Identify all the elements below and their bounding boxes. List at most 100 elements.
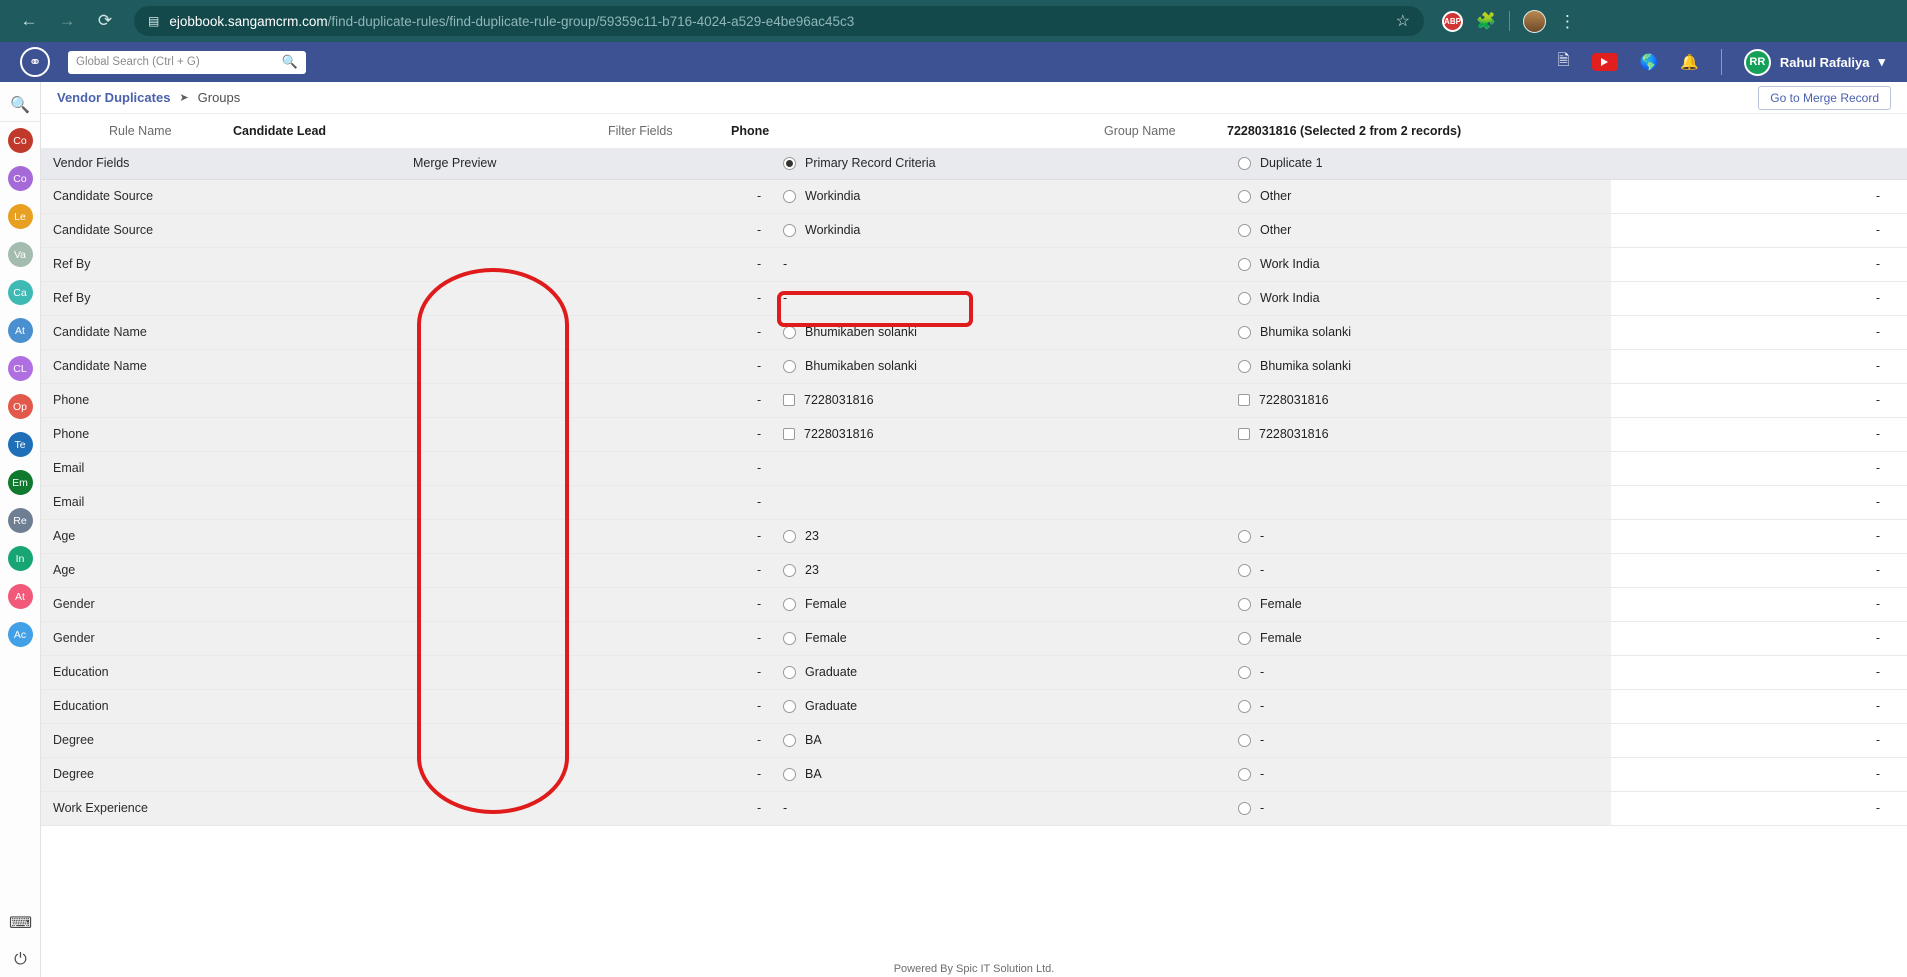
duplicate-cell[interactable]: Other — [1226, 179, 1611, 213]
go-to-merge-record-button[interactable]: Go to Merge Record — [1758, 85, 1891, 110]
profile-avatar-icon[interactable] — [1522, 9, 1546, 33]
sangam-logo-icon[interactable]: ⚭ — [20, 47, 50, 77]
globe-help-icon[interactable]: 🌎 — [1640, 53, 1659, 71]
adblock-plus-icon[interactable]: ABP — [1442, 10, 1463, 32]
duplicate-radio[interactable] — [1238, 767, 1251, 781]
duplicate-cell[interactable]: - — [1226, 757, 1611, 791]
duplicate-cell[interactable]: - — [1226, 791, 1611, 825]
duplicate-radio[interactable] — [1238, 359, 1251, 373]
duplicate-cell[interactable]: Work India — [1226, 247, 1611, 281]
breadcrumb-parent-link[interactable]: Vendor Duplicates — [57, 90, 170, 105]
primary-radio[interactable] — [783, 597, 796, 611]
duplicate-radio[interactable] — [1238, 291, 1251, 305]
primary-radio[interactable] — [783, 359, 796, 373]
primary-radio[interactable] — [783, 767, 796, 781]
global-search[interactable]: 🔍 — [68, 50, 306, 74]
sidebar-item-0[interactable]: Co — [7, 128, 33, 153]
primary-cell[interactable]: Workindia — [771, 213, 1226, 247]
primary-cell[interactable]: 23 — [771, 519, 1226, 553]
address-bar[interactable]: ▤ ejobbook.sangamcrm.com/find-duplicate-… — [134, 6, 1424, 36]
primary-checkbox[interactable] — [783, 394, 795, 406]
sidebar-item-13[interactable]: Ac — [7, 622, 33, 647]
duplicate-radio[interactable] — [1238, 189, 1251, 203]
primary-cell[interactable]: 7228031816 — [771, 417, 1226, 451]
primary-cell[interactable]: Workindia — [771, 179, 1226, 213]
reload-icon[interactable]: ⟳ — [90, 6, 120, 36]
primary-cell[interactable]: 23 — [771, 553, 1226, 587]
duplicate-radio[interactable] — [1238, 631, 1251, 645]
duplicate-cell[interactable]: Work India — [1226, 281, 1611, 315]
primary-checkbox[interactable] — [783, 428, 795, 440]
duplicate-cell[interactable]: 7228031816 — [1226, 383, 1611, 417]
primary-radio[interactable] — [783, 631, 796, 645]
sidebar-search-icon[interactable]: 🔍 — [0, 88, 41, 122]
duplicate-cell[interactable]: Female — [1226, 621, 1611, 655]
primary-record-radio[interactable] — [783, 156, 796, 170]
duplicate-cell[interactable]: - — [1226, 553, 1611, 587]
duplicate-1-radio[interactable] — [1238, 156, 1251, 170]
duplicate-cell[interactable]: - — [1226, 689, 1611, 723]
primary-radio[interactable] — [783, 699, 796, 713]
sidebar-item-1[interactable]: Co — [7, 166, 33, 191]
duplicate-cell[interactable]: Other — [1226, 213, 1611, 247]
duplicate-radio[interactable] — [1238, 733, 1251, 747]
duplicate-radio[interactable] — [1238, 325, 1251, 339]
sidebar-item-10[interactable]: Re — [7, 508, 33, 533]
sidebar-item-3[interactable]: Va — [7, 242, 33, 267]
youtube-icon[interactable] — [1591, 53, 1618, 71]
duplicate-checkbox[interactable] — [1238, 428, 1250, 440]
back-arrow-icon[interactable]: ← — [14, 6, 44, 36]
primary-radio[interactable] — [783, 325, 796, 339]
duplicate-cell[interactable]: Bhumika solanki — [1226, 349, 1611, 383]
search-icon[interactable]: 🔍 — [282, 54, 298, 70]
primary-cell[interactable]: Graduate — [771, 689, 1226, 723]
duplicate-radio[interactable] — [1238, 223, 1251, 237]
primary-cell[interactable]: Female — [771, 621, 1226, 655]
primary-radio[interactable] — [783, 223, 796, 237]
primary-radio[interactable] — [783, 189, 796, 203]
sidebar-item-4[interactable]: Ca — [7, 280, 33, 305]
primary-radio[interactable] — [783, 529, 796, 543]
duplicate-radio[interactable] — [1238, 597, 1251, 611]
duplicate-checkbox[interactable] — [1238, 394, 1250, 406]
primary-cell[interactable]: 7228031816 — [771, 383, 1226, 417]
site-settings-icon[interactable]: ▤ — [148, 14, 159, 28]
sidebar-item-9[interactable]: Em — [7, 470, 33, 495]
primary-cell[interactable]: Graduate — [771, 655, 1226, 689]
star-icon[interactable]: ☆ — [1396, 11, 1410, 31]
duplicate-radio[interactable] — [1238, 801, 1251, 815]
header-primary-record[interactable]: Primary Record Criteria — [771, 148, 1226, 180]
primary-radio[interactable] — [783, 563, 796, 577]
duplicate-cell[interactable]: Bhumika solanki — [1226, 315, 1611, 349]
duplicate-radio[interactable] — [1238, 699, 1251, 713]
sidebar-item-8[interactable]: Te — [7, 432, 33, 457]
primary-radio[interactable] — [783, 665, 796, 679]
duplicate-cell[interactable]: - — [1226, 519, 1611, 553]
duplicate-radio[interactable] — [1238, 665, 1251, 679]
sidebar-item-6[interactable]: CL — [7, 356, 33, 381]
primary-radio[interactable] — [783, 733, 796, 747]
kebab-menu-icon[interactable]: ⋮ — [1559, 13, 1576, 30]
chevron-down-icon[interactable]: ▾ — [1878, 54, 1885, 70]
primary-cell[interactable]: BA — [771, 723, 1226, 757]
sidebar-item-2[interactable]: Le — [7, 204, 33, 229]
user-menu[interactable]: RR Rahul Rafaliya ▾ — [1743, 48, 1893, 76]
document-search-icon[interactable]: 🗎 — [1557, 50, 1569, 75]
notification-bell-icon[interactable]: 🔔 — [1680, 53, 1699, 71]
sidebar-item-5[interactable]: At — [7, 318, 33, 343]
keyboard-icon[interactable]: ⌨ — [9, 913, 32, 933]
header-duplicate-1[interactable]: Duplicate 1 — [1226, 148, 1611, 180]
duplicate-cell[interactable]: 7228031816 — [1226, 417, 1611, 451]
duplicate-cell[interactable]: - — [1226, 655, 1611, 689]
duplicate-cell[interactable]: - — [1226, 723, 1611, 757]
sidebar-item-7[interactable]: Op — [7, 394, 33, 419]
forward-arrow-icon[interactable]: → — [52, 6, 82, 36]
primary-cell[interactable]: Bhumikaben solanki — [771, 349, 1226, 383]
search-input[interactable] — [76, 56, 282, 68]
sidebar-item-12[interactable]: At — [7, 584, 33, 609]
puzzle-piece-icon[interactable]: 🧩 — [1476, 11, 1496, 31]
duplicate-radio[interactable] — [1238, 257, 1251, 271]
sidebar-item-11[interactable]: In — [7, 546, 33, 571]
power-icon[interactable]: ⏻ — [14, 951, 27, 969]
primary-cell[interactable]: Bhumikaben solanki — [771, 315, 1226, 349]
